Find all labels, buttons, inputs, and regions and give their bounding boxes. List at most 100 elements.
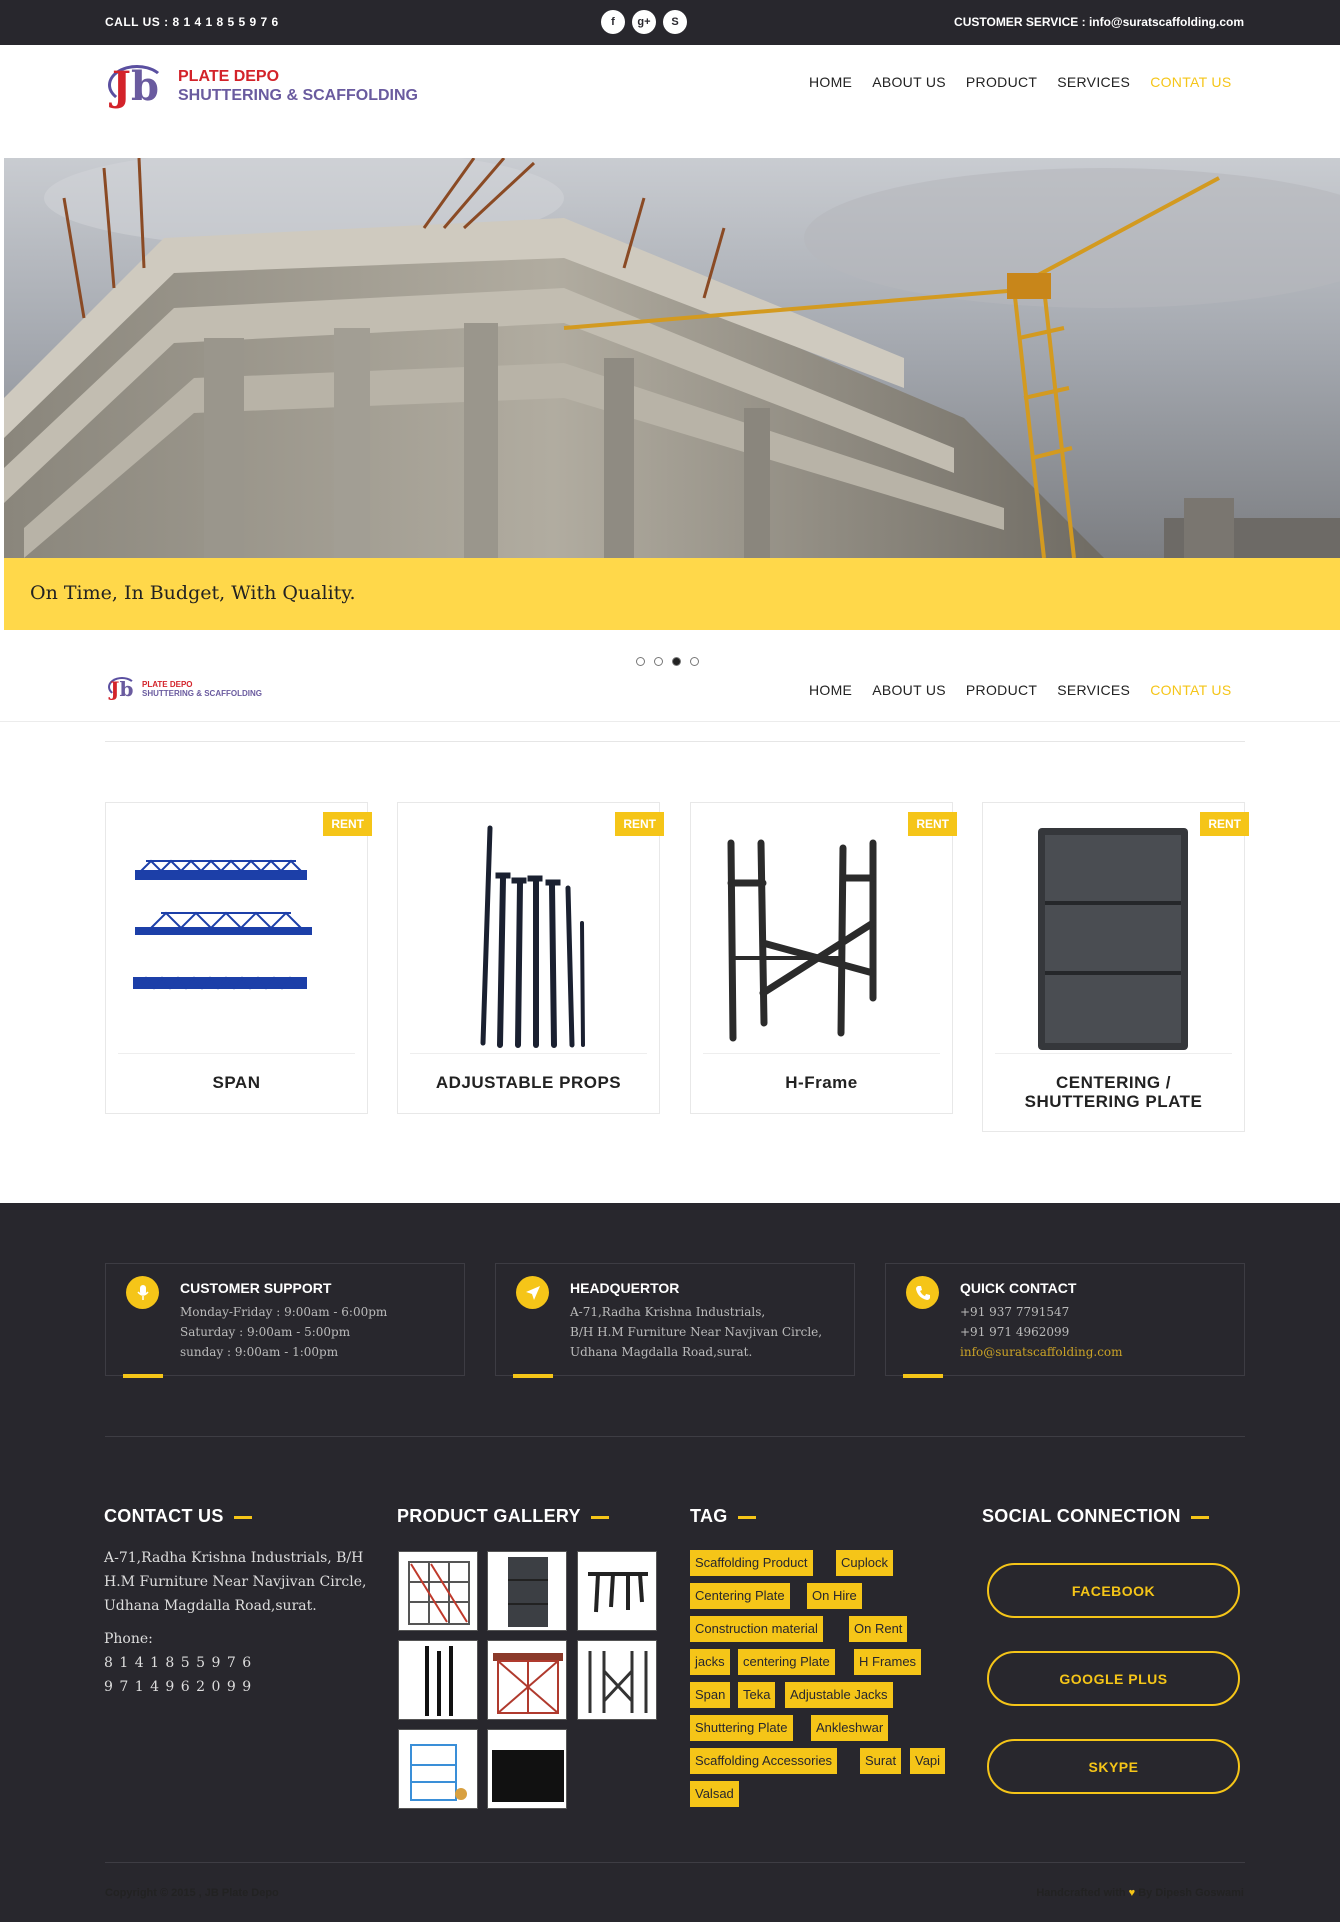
tag-cuplock[interactable]: Cuplock xyxy=(836,1550,893,1576)
tag-construction-material[interactable]: Construction material xyxy=(690,1616,823,1642)
accent-bar xyxy=(513,1374,553,1378)
sticky-nav-contact-us[interactable]: CONTAT US xyxy=(1150,682,1231,698)
nav-about-us[interactable]: ABOUT US xyxy=(872,74,946,90)
gallery-thumb-black-panel[interactable] xyxy=(487,1729,567,1809)
gallery-thumb-accessory[interactable] xyxy=(398,1729,478,1809)
sticky-nav-product[interactable]: PRODUCT xyxy=(966,682,1037,698)
support-hours-sunday: sunday : 9:00am - 1:00pm xyxy=(180,1345,339,1359)
gallery-thumb-props[interactable] xyxy=(398,1640,478,1720)
hero-tagline: On Time, In Budget, With Quality. xyxy=(30,582,356,604)
customer-service-text[interactable]: CUSTOMER SERVICE : info@suratscaffolding… xyxy=(954,15,1244,29)
main-header: Jb PLATE DEPO SHUTTERING & SCAFFOLDING H… xyxy=(0,45,1340,157)
quick-contact-email[interactable]: info@suratscaffolding.com xyxy=(960,1345,1123,1359)
phone-icon xyxy=(906,1276,939,1309)
tag-adjustable-jacks[interactable]: Adjustable Jacks xyxy=(785,1682,893,1708)
sticky-nav-about-us[interactable]: ABOUT US xyxy=(872,682,946,698)
card-separator xyxy=(118,1053,355,1054)
product-card-span[interactable]: RENT SPAN xyxy=(105,802,372,1114)
card-separator xyxy=(995,1053,1232,1054)
tag-jacks[interactable]: jacks xyxy=(690,1649,730,1675)
tag-vapi[interactable]: Vapi xyxy=(910,1748,946,1774)
gallery-thumb-h-frame[interactable] xyxy=(577,1640,657,1720)
tag-on-hire[interactable]: On Hire xyxy=(807,1583,862,1609)
skype-icon[interactable]: S xyxy=(663,10,687,34)
customer-support-box: CUSTOMER SUPPORT Monday-Friday : 9:00am … xyxy=(105,1263,465,1378)
quick-contact-phone-2[interactable]: +91 971 4962099 xyxy=(960,1325,1069,1339)
tag-teka[interactable]: Teka xyxy=(738,1682,776,1708)
copyright-text: Copyright © 2015 , JB Plate Depo xyxy=(105,1887,279,1899)
tag-ankleshwar[interactable]: Ankleshwar xyxy=(811,1715,889,1741)
footer-address-line-2: H.M Furniture Near Navjivan Circle, xyxy=(104,1574,367,1590)
h-frame-image xyxy=(727,839,877,1042)
author-credit[interactable]: By Dipesh Goswami xyxy=(1138,1887,1244,1899)
gallery-thumb-scaffold-tower[interactable] xyxy=(487,1640,567,1720)
accent-bar xyxy=(903,1374,943,1378)
handcrafted-credit: Handcrafted with ♥ By Dipesh Goswami xyxy=(1036,1887,1244,1899)
hero-tagline-bar: On Time, In Budget, With Quality. xyxy=(4,558,1340,630)
tag-shuttering-plate[interactable]: Shuttering Plate xyxy=(690,1715,793,1741)
carousel-dot-2[interactable] xyxy=(654,657,663,666)
quick-contact-box: QUICK CONTACT +91 937 7791547 +91 971 49… xyxy=(885,1263,1245,1378)
google-plus-icon[interactable]: g+ xyxy=(632,10,656,34)
product-name[interactable]: H-Frame xyxy=(691,1073,952,1092)
skype-button[interactable]: SKYPE xyxy=(987,1739,1240,1794)
nav-services[interactable]: SERVICES xyxy=(1057,74,1130,90)
carousel-dot-1[interactable] xyxy=(636,657,645,666)
product-name[interactable]: ADJUSTABLE PROPS xyxy=(398,1073,659,1092)
sticky-logo-text: PLATE DEPO SHUTTERING & SCAFFOLDING xyxy=(142,680,262,698)
tag-centering-plate-2[interactable]: centering Plate xyxy=(738,1649,835,1675)
page: CALL US : 8 1 4 1 8 5 5 9 7 6 f g+ S CUS… xyxy=(0,0,1340,1922)
gallery-thumb-jacks[interactable] xyxy=(577,1551,657,1631)
footer-phone-2[interactable]: 9 7 1 4 9 6 2 0 9 9 xyxy=(104,1675,252,1699)
headquarter-title: HEADQUERTOR xyxy=(570,1280,680,1296)
facebook-icon[interactable]: f xyxy=(601,10,625,34)
footer-phone-1[interactable]: 8 1 4 1 8 5 5 9 7 6 xyxy=(104,1651,252,1675)
nav-product[interactable]: PRODUCT xyxy=(966,74,1037,90)
google-plus-button[interactable]: GOOGLE PLUS xyxy=(987,1651,1240,1706)
product-card-adjustable-props[interactable]: RENT ADJUSTABLE PROPS xyxy=(397,802,664,1114)
top-social-icons: f g+ S xyxy=(601,10,687,34)
cuplock-scaffold-thumb xyxy=(408,1561,470,1625)
footer-divider xyxy=(105,1436,1245,1437)
site-logo[interactable]: Jb PLATE DEPO SHUTTERING & SCAFFOLDING xyxy=(108,63,418,110)
headquarter-box: HEADQUERTOR A-71,Radha Krishna Industria… xyxy=(495,1263,855,1378)
footer-phone-label: Phone: xyxy=(104,1631,153,1647)
tag-valsad[interactable]: Valsad xyxy=(690,1781,739,1807)
quick-contact-phone-1[interactable]: +91 937 7791547 xyxy=(960,1305,1069,1319)
hero-image xyxy=(4,158,1340,558)
product-card-h-frame[interactable]: RENT H-Frame xyxy=(690,802,957,1114)
sticky-header: Jb PLATE DEPO SHUTTERING & SCAFFOLDING H… xyxy=(0,660,1340,722)
accent-bar xyxy=(123,1374,163,1378)
product-name[interactable]: CENTERING / SHUTTERING PLATE xyxy=(983,1073,1244,1111)
gallery-thumb-cuplock[interactable] xyxy=(398,1551,478,1631)
tag-span[interactable]: Span xyxy=(690,1682,731,1708)
tag-scaffolding-product[interactable]: Scaffolding Product xyxy=(690,1550,813,1576)
carousel-dot-4[interactable] xyxy=(690,657,699,666)
h-frame-thumb xyxy=(588,1651,648,1713)
carousel-dot-3[interactable] xyxy=(672,657,681,666)
tag-scaffolding-accessories[interactable]: Scaffolding Accessories xyxy=(690,1748,838,1774)
nav-home[interactable]: HOME xyxy=(809,74,852,90)
footer-address-line-1: A-71,Radha Krishna Industrials, B/H xyxy=(104,1550,364,1566)
sticky-logo-line-1: PLATE DEPO xyxy=(142,679,193,689)
tag-surat[interactable]: Surat xyxy=(860,1748,902,1774)
card-separator xyxy=(410,1053,647,1054)
plate-thumb xyxy=(508,1557,548,1627)
sticky-logo[interactable]: Jb PLATE DEPO SHUTTERING & SCAFFOLDING xyxy=(108,677,262,701)
tag-h-frames[interactable]: H Frames xyxy=(854,1649,922,1675)
sticky-logo-line-2: SHUTTERING & SCAFFOLDING xyxy=(142,689,262,698)
product-gallery-heading: PRODUCT GALLERY xyxy=(397,1506,609,1527)
gallery-thumb-plate[interactable] xyxy=(487,1551,567,1631)
sticky-nav: HOME ABOUT US PRODUCT SERVICES CONTAT US xyxy=(809,682,1231,698)
facebook-button[interactable]: FACEBOOK xyxy=(987,1563,1240,1618)
sticky-nav-services[interactable]: SERVICES xyxy=(1057,682,1130,698)
contact-us-heading: CONTACT US xyxy=(104,1506,252,1527)
product-name[interactable]: SPAN xyxy=(106,1073,367,1092)
logo-mark: Jb xyxy=(112,63,159,110)
nav-contact-us[interactable]: CONTAT US xyxy=(1150,74,1231,90)
product-card-shuttering-plate[interactable]: RENT CENTERING / SHUTTERING PLATE xyxy=(982,802,1249,1132)
tag-on-rent[interactable]: On Rent xyxy=(849,1616,908,1642)
sticky-nav-home[interactable]: HOME xyxy=(809,682,852,698)
customer-support-title: CUSTOMER SUPPORT xyxy=(180,1280,332,1296)
tag-centering-plate[interactable]: Centering Plate xyxy=(690,1583,790,1609)
